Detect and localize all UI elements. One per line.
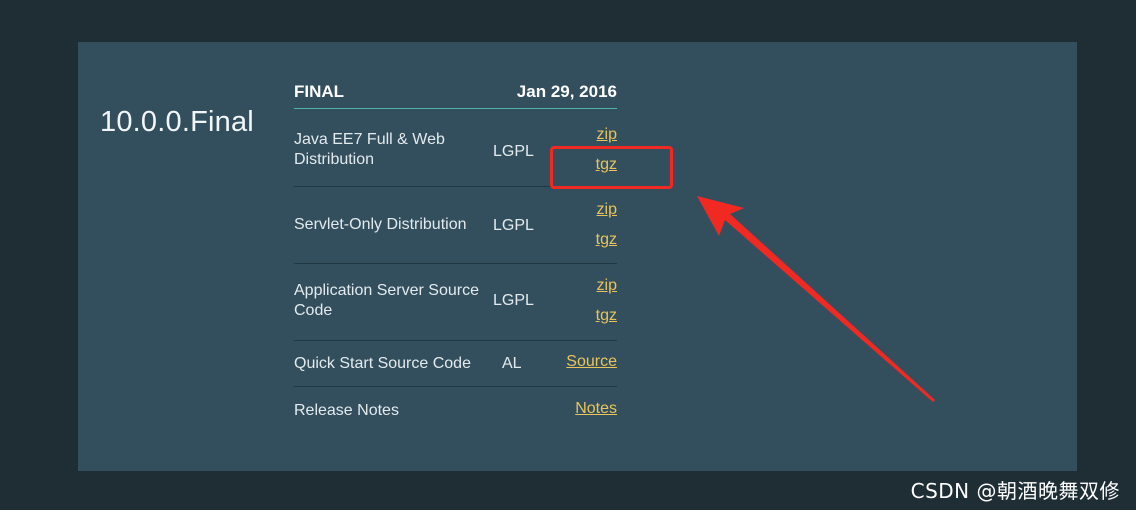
source-link[interactable]: Source [566,353,617,371]
watermark: CSDN @朝酒晚舞双修 [910,479,1120,503]
annotation-highlight-box [550,146,673,189]
zip-link[interactable]: zip [597,126,617,144]
table-row: Application Server Source Code LGPL zip … [294,264,617,341]
release-date: Jan 29, 2016 [516,82,617,101]
table-row: Quick Start Source Code AL Source [294,341,617,387]
tgz-link[interactable]: tgz [596,307,617,325]
tgz-link[interactable]: tgz [596,231,617,249]
download-name: Quick Start Source Code [294,355,471,372]
zip-link[interactable]: zip [597,201,617,219]
status-label: FINAL [294,82,345,101]
download-name: Servlet-Only Distribution [294,216,467,233]
downloads-table: FINAL Jan 29, 2016 Java EE7 Full & Web D… [294,78,617,433]
release-panel: 10.0.0.Final FINAL Jan 29, 2016 Java EE7… [78,42,1077,471]
version-title: 10.0.0.Final [100,106,254,138]
download-name: Java EE7 Full & Web Distribution [294,131,445,168]
download-license: LGPL [493,143,534,160]
table-header: FINAL Jan 29, 2016 [294,78,617,109]
download-license: LGPL [493,292,534,309]
notes-link[interactable]: Notes [575,400,617,418]
download-license: AL [502,355,522,372]
zip-link[interactable]: zip [597,277,617,295]
table-row: Servlet-Only Distribution LGPL zip tgz [294,187,617,264]
download-name: Application Server Source Code [294,282,479,319]
download-license: LGPL [493,217,534,234]
download-name: Release Notes [294,402,399,419]
table-row: Release Notes Notes [294,387,617,433]
